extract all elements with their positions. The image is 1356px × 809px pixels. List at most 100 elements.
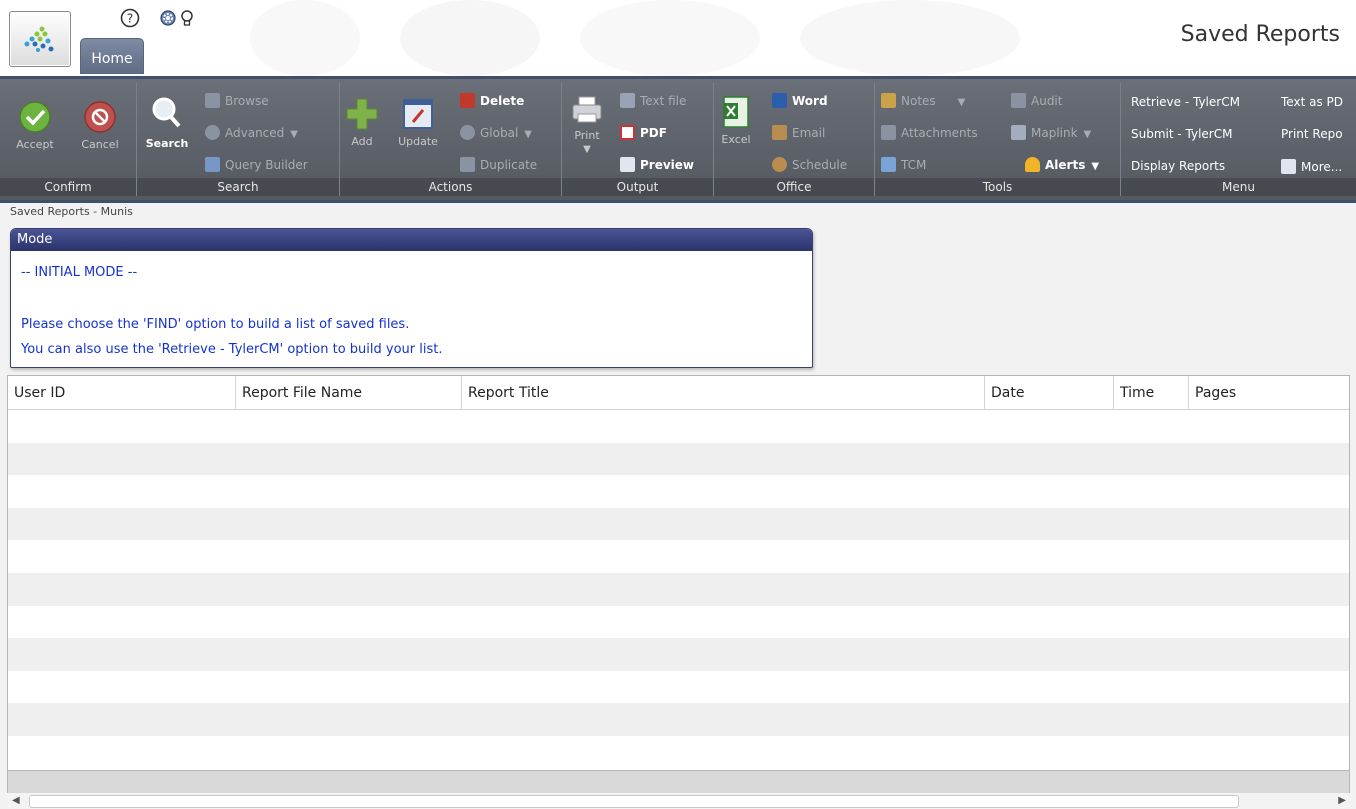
retrieve-tylercm-button[interactable]: Retrieve - TylerCM bbox=[1131, 95, 1240, 109]
mode-instruction-retrieve: You can also use the 'Retrieve - TylerCM… bbox=[21, 342, 443, 357]
notes-label: Notes bbox=[901, 94, 936, 108]
munis-logo-icon bbox=[24, 26, 54, 52]
tcm-button[interactable]: TCM bbox=[881, 157, 926, 172]
advanced-search-icon bbox=[205, 125, 220, 140]
delete-button[interactable]: Delete bbox=[460, 93, 524, 108]
excel-icon bbox=[723, 96, 749, 128]
advanced-button[interactable]: Advanced ▼ bbox=[205, 125, 298, 140]
print-button[interactable]: Print ▼ bbox=[566, 95, 608, 155]
mode-panel: Mode -- INITIAL MODE -- Please choose th… bbox=[10, 228, 813, 368]
preview-label: Preview bbox=[640, 158, 695, 172]
print-report-button[interactable]: Print Repo bbox=[1281, 127, 1343, 141]
audit-button[interactable]: Audit bbox=[1011, 93, 1062, 108]
maplink-button[interactable]: Maplink ▼ bbox=[1011, 125, 1091, 140]
ribbon-group-search: Search Browse Advanced ▼ Query Builder Se… bbox=[137, 83, 340, 196]
display-reports-button[interactable]: Display Reports bbox=[1131, 159, 1225, 173]
app-logo-button[interactable] bbox=[9, 11, 71, 67]
accept-button[interactable]: Accept bbox=[10, 100, 60, 151]
ribbon-toolbar: Accept Cancel Confirm Search Browse Adva… bbox=[0, 76, 1356, 203]
update-button[interactable]: Update bbox=[394, 97, 442, 148]
global-button[interactable]: Global ▼ bbox=[460, 125, 532, 140]
text-as-pdf-button[interactable]: Text as PD bbox=[1281, 95, 1343, 109]
tcm-label: TCM bbox=[901, 158, 927, 172]
notes-button[interactable]: Notes ▼ bbox=[881, 93, 965, 108]
query-builder-label: Query Builder bbox=[225, 158, 308, 172]
table-row bbox=[8, 442, 1349, 476]
chevron-down-icon: ▼ bbox=[524, 129, 532, 140]
column-header-user-id[interactable]: User ID bbox=[8, 376, 236, 410]
alerts-label: Alerts bbox=[1045, 158, 1086, 172]
advanced-label: Advanced bbox=[225, 126, 285, 140]
column-header-report-file-name[interactable]: Report File Name bbox=[236, 376, 462, 410]
cancel-label: Cancel bbox=[81, 138, 119, 151]
query-builder-button[interactable]: Query Builder bbox=[205, 157, 308, 172]
submit-tylercm-button[interactable]: Submit - TylerCM bbox=[1131, 127, 1232, 141]
attachments-button[interactable]: Attachments bbox=[881, 125, 978, 140]
schedule-button[interactable]: Schedule bbox=[772, 157, 847, 172]
more-button[interactable]: More... bbox=[1281, 159, 1342, 174]
browse-button[interactable]: Browse bbox=[205, 93, 269, 108]
table-row bbox=[8, 540, 1349, 573]
group-label-actions: Actions bbox=[340, 178, 561, 196]
lightbulb-icon[interactable] bbox=[177, 8, 197, 28]
mode-panel-title: Mode bbox=[11, 229, 812, 251]
header-decoration bbox=[800, 0, 1020, 76]
search-button[interactable]: Search bbox=[145, 95, 189, 150]
column-header-date[interactable]: Date bbox=[985, 376, 1114, 410]
chevron-down-icon: ▼ bbox=[1091, 161, 1100, 172]
word-icon bbox=[772, 93, 787, 108]
email-label: Email bbox=[792, 126, 826, 140]
column-header-pages[interactable]: Pages bbox=[1189, 376, 1349, 410]
chevron-down-icon: ▼ bbox=[957, 97, 966, 108]
schedule-label: Schedule bbox=[792, 158, 848, 172]
help-icon[interactable]: ? bbox=[120, 8, 140, 28]
ribbon-group-office: Excel Word Email Schedule Office bbox=[714, 83, 875, 196]
cancel-button[interactable]: Cancel bbox=[75, 100, 125, 151]
printer-icon bbox=[572, 96, 602, 123]
column-header-time[interactable]: Time bbox=[1114, 376, 1189, 410]
table-row bbox=[8, 475, 1349, 508]
duplicate-label: Duplicate bbox=[480, 158, 538, 172]
cancel-circle-icon bbox=[84, 101, 116, 133]
group-label-tools: Tools bbox=[875, 178, 1120, 196]
alerts-button[interactable]: Alerts ▼ bbox=[1025, 157, 1099, 172]
global-label: Global bbox=[480, 126, 519, 140]
pdf-button[interactable]: PDF bbox=[620, 125, 667, 140]
attachments-label: Attachments bbox=[901, 126, 978, 140]
email-icon bbox=[772, 125, 787, 140]
email-button[interactable]: Email bbox=[772, 125, 825, 140]
chevron-down-icon: ▼ bbox=[1083, 129, 1092, 140]
browse-label: Browse bbox=[225, 94, 269, 108]
preview-button[interactable]: Preview bbox=[620, 157, 694, 172]
text-file-label: Text file bbox=[640, 94, 687, 108]
scroll-right-icon[interactable]: ▶ bbox=[1338, 795, 1346, 806]
settings-gear-icon[interactable] bbox=[158, 8, 178, 28]
saved-reports-grid[interactable]: User ID Report File Name Report Title Da… bbox=[7, 375, 1350, 771]
excel-button[interactable]: Excel bbox=[718, 95, 754, 146]
search-magnifier-icon bbox=[152, 97, 181, 128]
update-edit-icon bbox=[403, 99, 433, 129]
add-button[interactable]: Add bbox=[342, 97, 382, 148]
word-button[interactable]: Word bbox=[772, 93, 828, 108]
app-header: ? Home Saved Reports bbox=[0, 0, 1356, 76]
more-list-icon bbox=[1281, 159, 1296, 174]
chevron-down-icon: ▼ bbox=[290, 129, 298, 140]
scroll-left-icon[interactable]: ◀ bbox=[12, 795, 20, 806]
maplink-label: Maplink bbox=[1031, 126, 1078, 140]
column-header-report-title[interactable]: Report Title bbox=[462, 376, 985, 410]
table-row bbox=[8, 573, 1349, 606]
horizontal-scrollbar[interactable]: ◀ ▶ bbox=[7, 793, 1350, 809]
scrollbar-thumb[interactable] bbox=[29, 795, 1239, 808]
tab-home[interactable]: Home bbox=[80, 38, 144, 74]
print-label: Print bbox=[574, 129, 600, 142]
pdf-icon bbox=[620, 125, 635, 140]
text-file-button[interactable]: Text file bbox=[620, 93, 686, 108]
maplink-icon bbox=[1011, 125, 1026, 140]
grid-footer-strip bbox=[7, 771, 1350, 793]
group-label-office: Office bbox=[714, 178, 874, 196]
delete-label: Delete bbox=[480, 94, 525, 108]
header-decoration bbox=[400, 0, 540, 76]
query-builder-icon bbox=[205, 157, 220, 172]
duplicate-button[interactable]: Duplicate bbox=[460, 157, 537, 172]
word-label: Word bbox=[792, 94, 828, 108]
